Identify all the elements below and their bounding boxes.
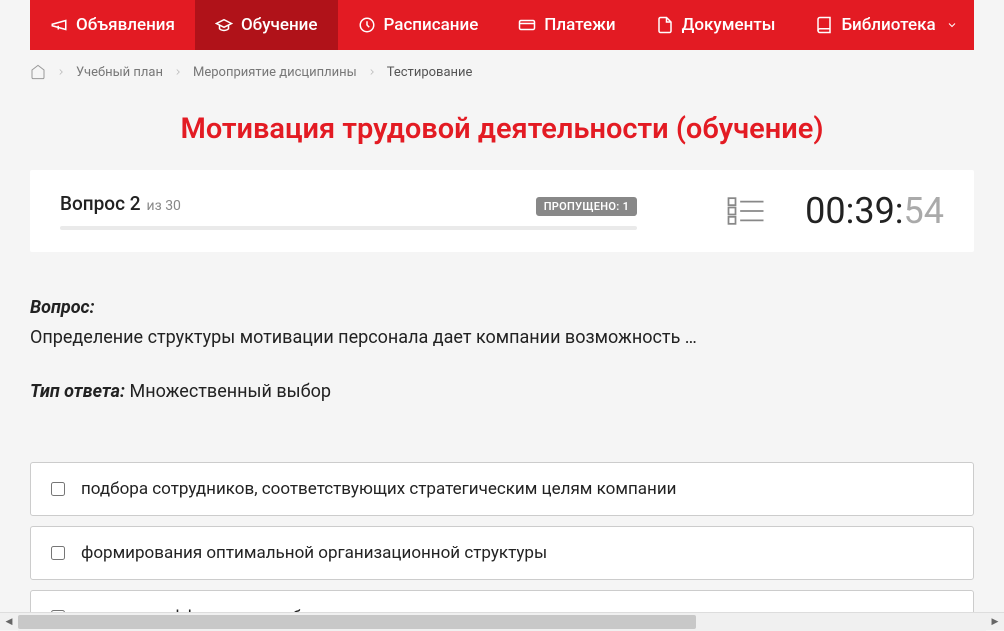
breadcrumb-current: Тестирование: [387, 65, 473, 80]
breadcrumb-link[interactable]: Мероприятие дисциплины: [193, 65, 357, 80]
answer-option[interactable]: формирования оптимальной организационной…: [30, 526, 974, 580]
nav-label: Расписание: [384, 15, 479, 35]
skipped-badge: ПРОПУЩЕНО: 1: [536, 197, 637, 216]
nav-item-announcements[interactable]: Объявления: [30, 0, 195, 50]
answer-type-value: Множественный выбор: [130, 381, 331, 402]
graduation-cap-icon: [215, 16, 233, 34]
answer-option[interactable]: точного и эффективного обучения: [30, 590, 974, 612]
nav-item-payments[interactable]: Платежи: [498, 0, 635, 50]
question-list-icon[interactable]: [727, 197, 765, 225]
clock-icon: [358, 16, 376, 34]
question-text: Определение структуры мотивации персонал…: [30, 324, 974, 351]
question-number: Вопрос 2: [60, 192, 141, 215]
nav-item-documents[interactable]: Документы: [636, 0, 796, 50]
scroll-left-button[interactable]: ◀: [0, 613, 18, 631]
nav-item-learning[interactable]: Обучение: [195, 0, 338, 50]
question-body: Вопрос: Определение структуры мотивации …: [0, 252, 1004, 361]
answer-type-label: Тип ответа:: [30, 381, 125, 402]
question-total: из 30: [147, 198, 181, 214]
progress-bar: [60, 226, 637, 230]
answer-type: Тип ответа: Множественный выбор: [0, 361, 1004, 402]
answer-checkbox[interactable]: [51, 546, 65, 560]
main-nav: Объявления Обучение Расписание Платежи: [30, 0, 974, 50]
megaphone-icon: [50, 16, 68, 34]
scroll-thumb[interactable]: [18, 615, 696, 629]
chevron-right-icon: [56, 67, 66, 77]
timer: 00:39:54: [805, 190, 944, 232]
home-icon[interactable]: [30, 64, 46, 80]
chevron-down-icon: [946, 19, 958, 31]
answer-text: формирования оптимальной организационной…: [81, 543, 547, 563]
timer-hours-minutes: 00:39:: [805, 190, 903, 232]
chevron-right-icon: [367, 67, 377, 77]
nav-label: Платежи: [544, 15, 615, 35]
answer-checkbox[interactable]: [51, 482, 65, 496]
chevron-right-icon: [173, 67, 183, 77]
nav-label: Объявления: [76, 15, 175, 35]
timer-seconds: 54: [904, 190, 944, 232]
answers-list: подбора сотрудников, соответствующих стр…: [0, 402, 1004, 612]
nav-item-library[interactable]: Библиотека: [795, 0, 977, 50]
status-panel: Вопрос 2 из 30 ПРОПУЩЕНО: 1 00:39:54: [30, 170, 974, 252]
nav-item-schedule[interactable]: Расписание: [338, 0, 499, 50]
scroll-right-button[interactable]: ▶: [986, 613, 1004, 631]
book-icon: [815, 16, 833, 34]
question-label: Вопрос:: [30, 297, 974, 318]
breadcrumb: Учебный план Мероприятие дисциплины Тест…: [0, 50, 1004, 94]
answer-text: подбора сотрудников, соответствующих стр…: [81, 479, 676, 499]
page-title: Мотивация трудовой деятельности (обучени…: [0, 94, 1004, 170]
nav-label: Обучение: [241, 15, 318, 35]
scroll-track[interactable]: [18, 613, 986, 631]
credit-card-icon: [518, 16, 536, 34]
breadcrumb-link[interactable]: Учебный план: [76, 65, 163, 80]
horizontal-scrollbar[interactable]: ◀ ▶: [0, 612, 1004, 630]
nav-label: Библиотека: [841, 15, 935, 35]
nav-label: Документы: [682, 15, 776, 35]
document-icon: [656, 16, 674, 34]
answer-option[interactable]: подбора сотрудников, соответствующих стр…: [30, 462, 974, 516]
